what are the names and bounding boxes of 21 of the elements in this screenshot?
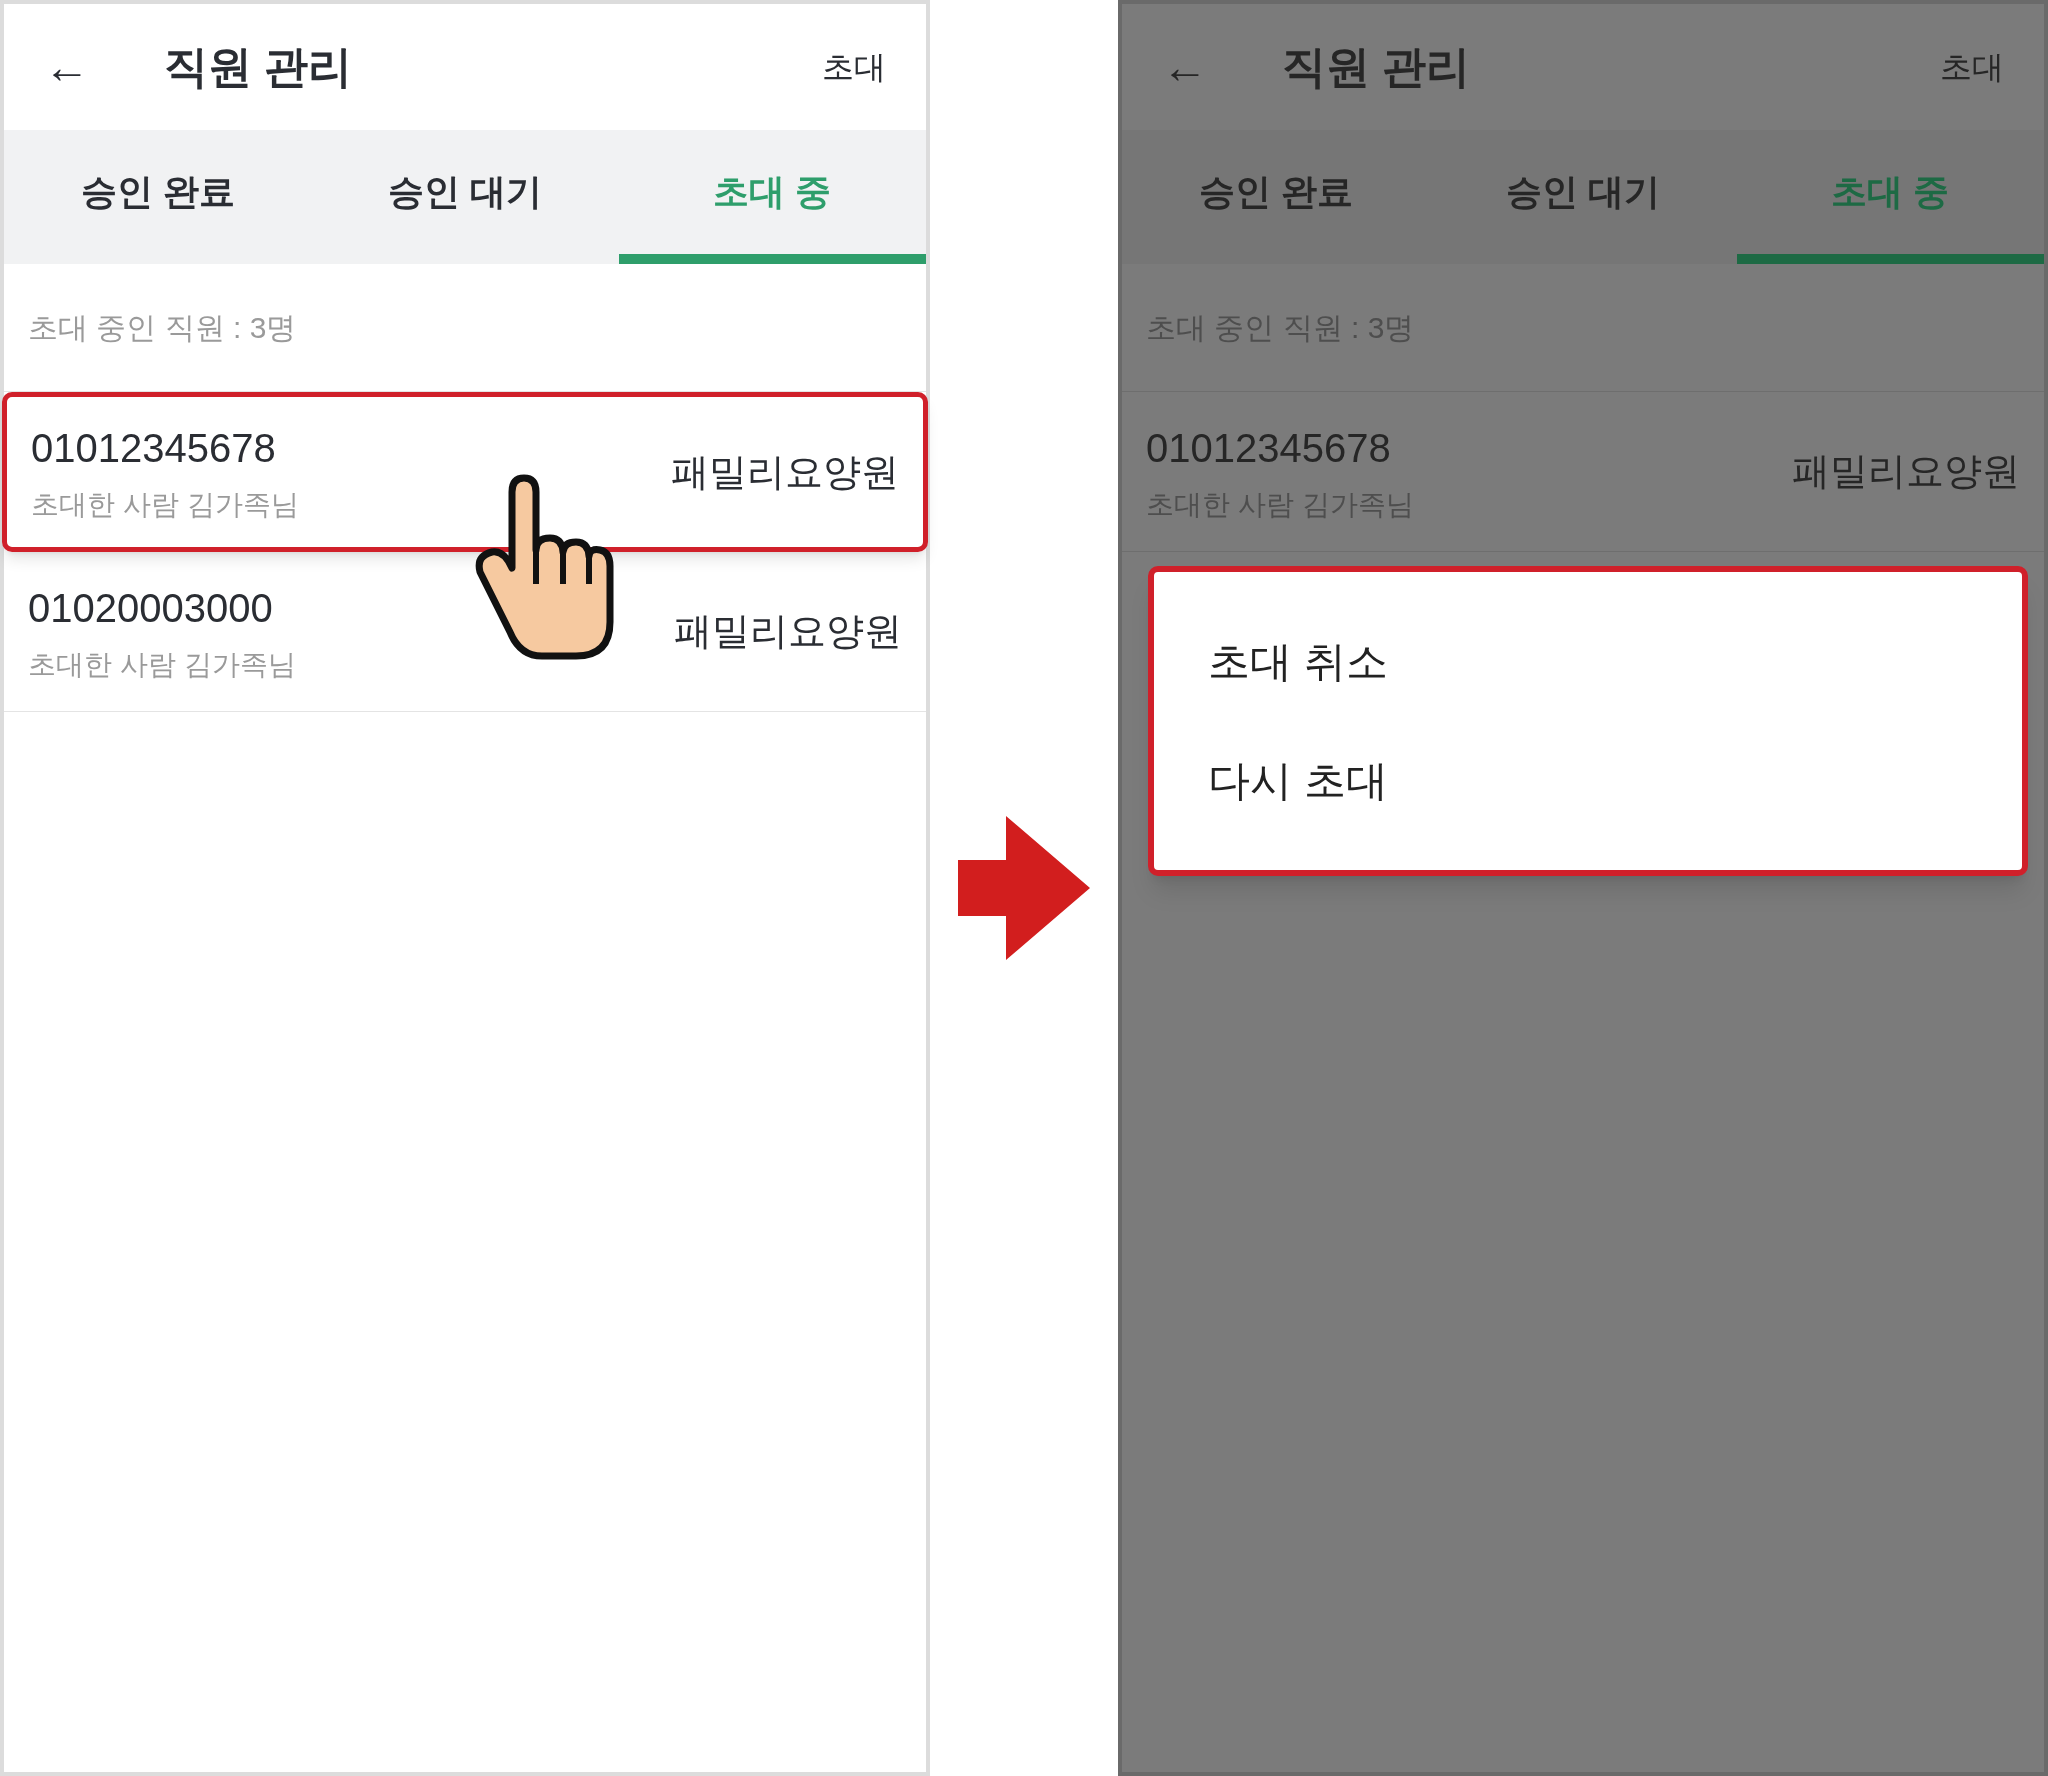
back-arrow[interactable]: ← (44, 32, 164, 102)
invite-link[interactable]: 초대 (822, 43, 886, 91)
employee-row[interactable]: 01012345678 초대한 사람 김가족님 패밀리요양원 (2, 392, 928, 552)
screen-title: 직원 관리 (1282, 41, 1472, 93)
inviter-name: 초대한 사람 김가족님 (31, 488, 300, 522)
tab[interactable]: 승인 대기 (311, 130, 619, 264)
phone-number: 01012345678 (1146, 424, 1392, 472)
phone-number: 01020003000 (28, 584, 274, 632)
right-arrow-icon (958, 816, 1090, 960)
menu-item[interactable]: 다시 초대 (1154, 721, 2022, 840)
menu-item[interactable]: 초대 취소 (1154, 602, 2022, 721)
facility-name: 패밀리요양원 (1792, 449, 2020, 494)
phone-number: 01012345678 (31, 425, 277, 472)
invite-link[interactable]: 초대 (1940, 43, 2004, 91)
inviter-name: 초대한 사람 김가족님 (28, 647, 297, 682)
screen-title: 직원 관리 (164, 41, 354, 93)
invite-count: 초대 중인 직원 : 3명 (28, 310, 297, 346)
facility-name: 패밀리요양원 (674, 609, 902, 654)
tab[interactable]: 승인 완료 (4, 130, 312, 264)
facility-name: 패밀리요양원 (671, 449, 899, 495)
back-arrow[interactable]: ← (1162, 32, 1282, 102)
